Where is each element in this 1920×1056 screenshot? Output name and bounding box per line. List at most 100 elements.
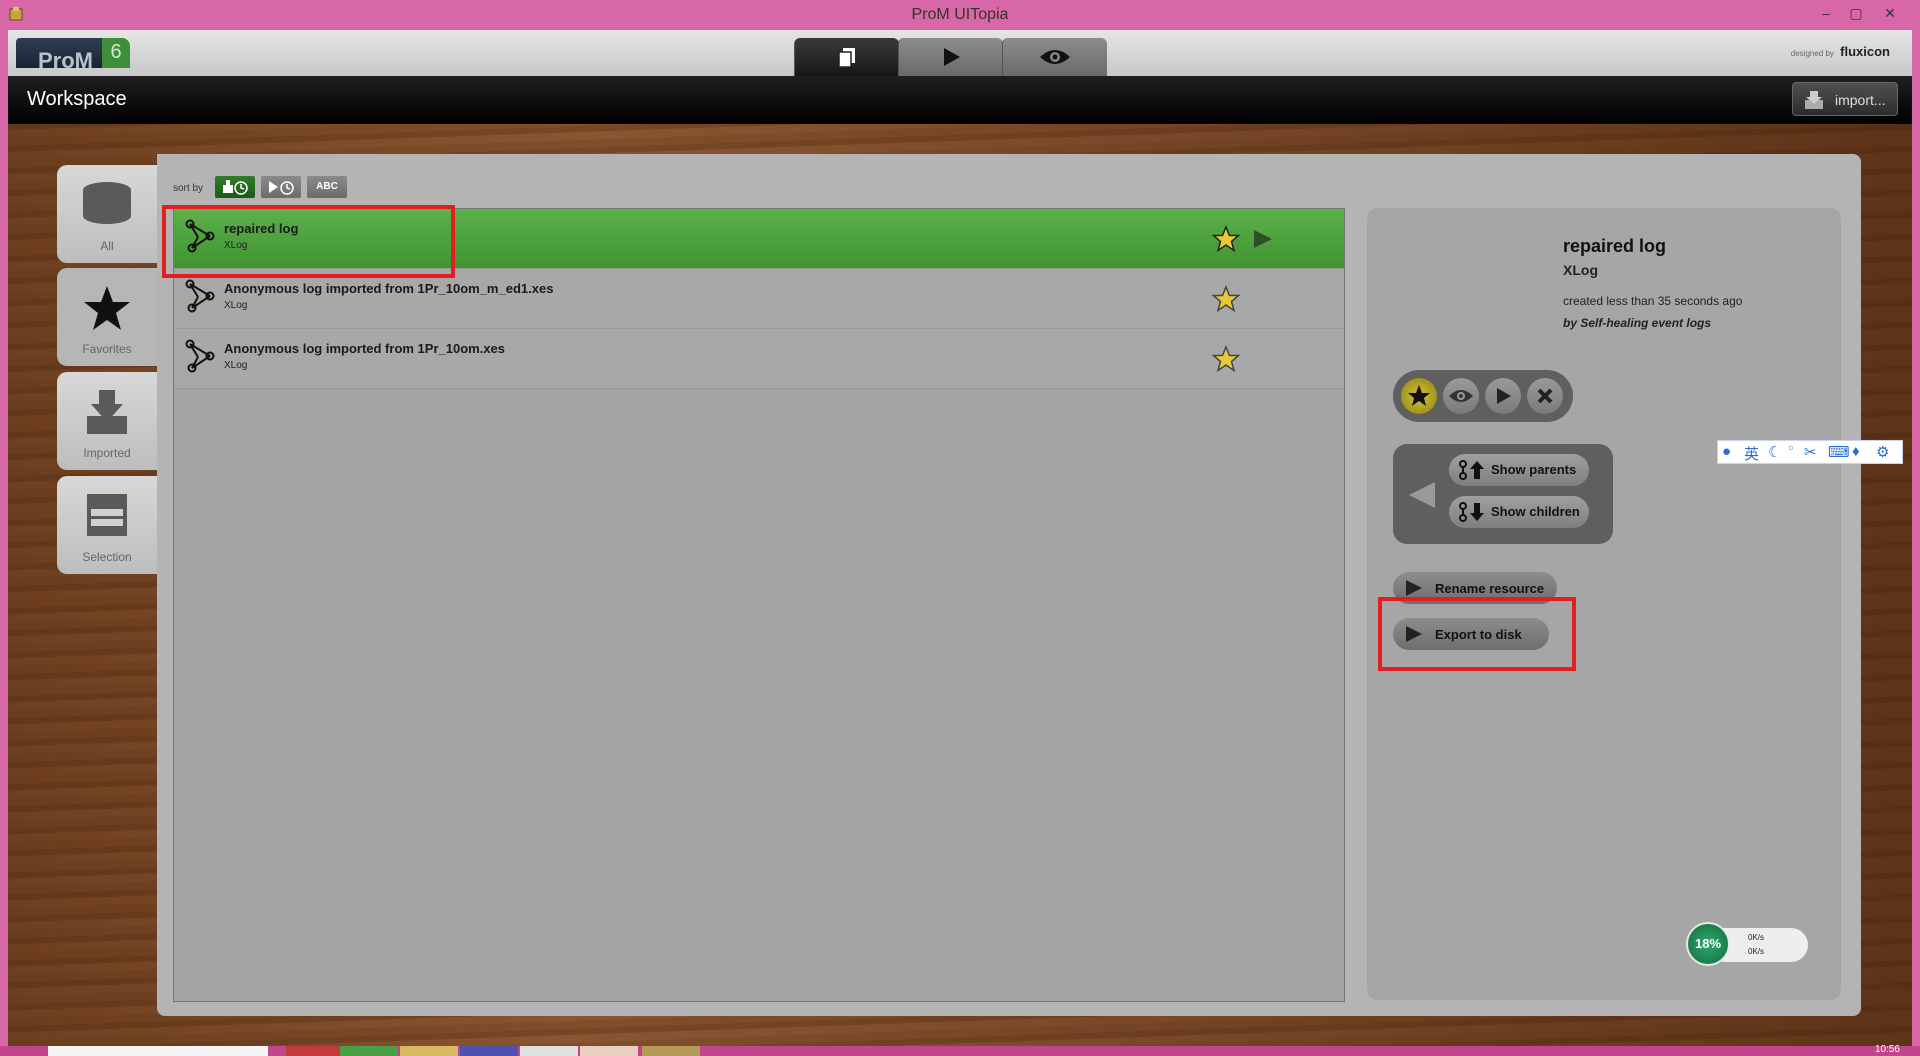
sidebar-item-all[interactable]: All xyxy=(57,165,157,263)
database-icon xyxy=(83,182,131,224)
import-time-icon xyxy=(223,180,248,195)
view-button[interactable] xyxy=(1443,378,1479,414)
keyboard-icon[interactable]: ⌨ xyxy=(1828,443,1850,461)
designed-by: designed by fluxicon xyxy=(1791,44,1890,59)
import-icon xyxy=(87,390,127,434)
sidebar-item-label: All xyxy=(100,239,114,253)
ime-toolbar[interactable]: ● 英 ☾ ° ✂ ⌨ ♦ ⚙ xyxy=(1717,440,1903,464)
scissors-icon[interactable]: ✂ xyxy=(1804,443,1817,461)
resource-action-bar xyxy=(1393,370,1573,422)
arrow-left-icon xyxy=(1409,482,1435,508)
sidebar-item-favorites[interactable]: Favorites xyxy=(57,268,157,366)
favorite-star-icon[interactable] xyxy=(1212,285,1240,313)
resource-type: XLog xyxy=(224,300,248,311)
tab-views[interactable] xyxy=(1002,38,1107,76)
punctuation-icon[interactable]: ° xyxy=(1788,443,1794,460)
sort-by-name-button[interactable]: ABC xyxy=(307,176,347,198)
import-button[interactable]: import... xyxy=(1792,82,1898,116)
sidebar-item-selection[interactable]: Selection xyxy=(57,476,157,574)
import-label: import... xyxy=(1835,92,1886,108)
play-icon xyxy=(944,48,960,66)
favorite-button[interactable] xyxy=(1401,378,1437,414)
play-time-icon xyxy=(269,181,294,195)
window-titlebar: ProM UITopia – ▢ ✕ xyxy=(0,0,1920,30)
import-icon xyxy=(1805,91,1823,109)
favorite-star-icon[interactable] xyxy=(1212,345,1240,373)
network-monitor[interactable]: 0K/s 0K/s 18% xyxy=(1686,922,1808,966)
window-title: ProM UITopia xyxy=(911,6,1009,23)
detail-creator: by Self-healing event logs xyxy=(1563,316,1712,330)
sidebar-item-imported[interactable]: Imported xyxy=(57,372,157,470)
highlight-box-export xyxy=(1378,597,1576,671)
detail-created: created less than 35 seconds ago xyxy=(1563,294,1743,308)
logo-text: ProM xyxy=(16,38,108,73)
minimize-button[interactable]: – xyxy=(1812,2,1840,24)
sort-label: sort by xyxy=(173,183,204,194)
play-icon[interactable] xyxy=(1252,228,1274,250)
moon-icon[interactable]: ☾ xyxy=(1768,443,1781,461)
show-parents-label: Show parents xyxy=(1491,462,1577,477)
detail-name: repaired log xyxy=(1563,236,1667,256)
ime-language[interactable]: 英 xyxy=(1744,443,1759,464)
sidebar-item-label: Selection xyxy=(82,550,132,564)
close-window-button[interactable]: ✕ xyxy=(1876,2,1904,24)
taskbar: 10:56 xyxy=(0,1044,1920,1056)
designed-by-label: designed by xyxy=(1790,49,1834,58)
show-children-button[interactable]: Show children xyxy=(1449,496,1589,528)
taskbar-clock: 10:56 xyxy=(1874,1044,1900,1055)
resource-name: Anonymous log imported from 1Pr_10om_m_e… xyxy=(224,281,554,296)
resource-type: XLog xyxy=(224,360,248,371)
cpu-usage-badge: 18% xyxy=(1686,922,1730,966)
taskbar-app[interactable] xyxy=(520,1046,578,1056)
run-action-button[interactable] xyxy=(1485,378,1521,414)
star-icon xyxy=(84,286,130,330)
net-speed-panel: 0K/s 0K/s xyxy=(1722,928,1808,962)
main-panel: sort by ABC repaired log XLog Anonymous … xyxy=(157,154,1861,1016)
highlight-box-selected-log xyxy=(162,205,455,278)
children-icon xyxy=(1459,502,1484,522)
skin-icon[interactable]: ♦ xyxy=(1852,443,1860,460)
taskbar-app[interactable] xyxy=(642,1046,700,1056)
user-icon[interactable]: ● xyxy=(1722,443,1731,460)
page-title: Workspace xyxy=(27,88,127,110)
favorite-star-icon[interactable] xyxy=(1212,225,1240,253)
download-speed: 0K/s xyxy=(1748,947,1765,956)
play-icon xyxy=(1497,388,1511,404)
relations-panel: Show parents Show children xyxy=(1393,444,1613,544)
log-icon xyxy=(185,339,215,373)
maximize-button[interactable]: ▢ xyxy=(1842,2,1870,24)
star-icon xyxy=(1408,385,1430,406)
selection-icon xyxy=(87,494,127,536)
prom-header: ProM 6 designed by fluxicon xyxy=(8,30,1912,76)
log-icon xyxy=(185,279,215,313)
logo-version: 6 xyxy=(102,38,130,68)
show-parents-button[interactable]: Show parents xyxy=(1449,454,1589,486)
eye-icon xyxy=(1040,50,1070,64)
delete-button[interactable] xyxy=(1527,378,1563,414)
gear-icon[interactable]: ⚙ xyxy=(1876,443,1889,461)
taskbar-app[interactable] xyxy=(286,1046,344,1056)
resource-list: repaired log XLog Anonymous log imported… xyxy=(173,208,1345,1002)
upload-speed: 0K/s xyxy=(1748,933,1765,942)
list-item[interactable]: Anonymous log imported from 1Pr_10om_m_e… xyxy=(174,269,1344,329)
resource-name: Anonymous log imported from 1Pr_10om.xes xyxy=(224,341,506,356)
detail-type: XLog xyxy=(1563,262,1598,278)
parents-icon xyxy=(1459,460,1484,480)
tab-workspace[interactable] xyxy=(794,38,899,76)
sidebar-item-label: Favorites xyxy=(82,342,132,356)
taskbar-app[interactable] xyxy=(400,1046,458,1056)
sort-by-play-time-button[interactable] xyxy=(261,176,301,198)
taskbar-app[interactable] xyxy=(340,1046,398,1056)
sort-by-import-time-button[interactable] xyxy=(215,176,255,198)
show-children-label: Show children xyxy=(1491,504,1580,519)
taskbar-search[interactable] xyxy=(48,1046,268,1056)
taskbar-app[interactable] xyxy=(580,1046,638,1056)
taskbar-app[interactable] xyxy=(460,1046,518,1056)
eye-icon xyxy=(1449,390,1473,402)
workspace-bar: Workspace import... xyxy=(8,76,1912,124)
list-item[interactable]: Anonymous log imported from 1Pr_10om.xes… xyxy=(174,329,1344,389)
rename-label: Rename resource xyxy=(1435,581,1545,596)
documents-icon xyxy=(838,48,855,68)
sidebar-item-label: Imported xyxy=(83,446,131,460)
tab-actions[interactable] xyxy=(898,38,1003,76)
